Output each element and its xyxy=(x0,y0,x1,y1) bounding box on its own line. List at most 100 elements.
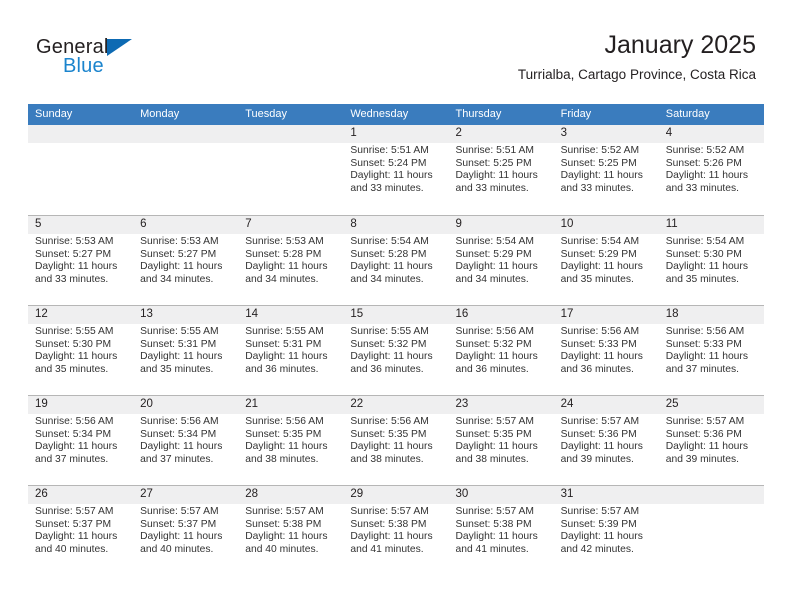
day-number: 1 xyxy=(350,127,357,139)
day-cell[interactable] xyxy=(133,125,238,214)
daylight-text-line1: Daylight: 11 hours xyxy=(560,441,643,453)
day-cell[interactable]: 3 Sunrise: 5:52 AM Sunset: 5:25 PM Dayli… xyxy=(554,125,659,214)
day-cell[interactable]: 1 Sunrise: 5:51 AM Sunset: 5:24 PM Dayli… xyxy=(343,125,448,214)
daylight-text-line1: Daylight: 11 hours xyxy=(665,441,748,453)
day-cell[interactable] xyxy=(238,125,343,214)
daylight-text-line1: Daylight: 11 hours xyxy=(35,351,118,363)
day-cell[interactable]: 5 Sunrise: 5:53 AM Sunset: 5:27 PM Dayli… xyxy=(28,216,133,305)
daylight-text-line2: and 36 minutes. xyxy=(245,363,319,375)
sunrise-text: Sunrise: 5:57 AM xyxy=(560,416,640,427)
day-cell[interactable]: 9 Sunrise: 5:54 AM Sunset: 5:29 PM Dayli… xyxy=(449,216,554,305)
daylight-text-line2: and 41 minutes. xyxy=(350,543,424,555)
sunrise-text: Sunrise: 5:57 AM xyxy=(560,506,640,517)
day-cell[interactable]: 25 Sunrise: 5:57 AM Sunset: 5:36 PM Dayl… xyxy=(659,396,764,485)
daylight-text-line1: Daylight: 11 hours xyxy=(455,351,538,363)
day-cell[interactable]: 21 Sunrise: 5:56 AM Sunset: 5:35 PM Dayl… xyxy=(238,396,343,485)
daylight-text-line1: Daylight: 11 hours xyxy=(455,261,538,273)
day-cell[interactable]: 16 Sunrise: 5:56 AM Sunset: 5:32 PM Dayl… xyxy=(449,306,554,395)
day-cell[interactable]: 23 Sunrise: 5:57 AM Sunset: 5:35 PM Dayl… xyxy=(449,396,554,485)
day-cell[interactable] xyxy=(659,486,764,575)
day-number: 21 xyxy=(245,398,259,410)
sunset-text: Sunset: 5:39 PM xyxy=(560,518,637,530)
sunset-text: Sunset: 5:27 PM xyxy=(35,248,112,260)
daylight-text-line2: and 34 minutes. xyxy=(245,273,319,285)
day-cell[interactable]: 13 Sunrise: 5:55 AM Sunset: 5:31 PM Dayl… xyxy=(133,306,238,395)
day-number: 17 xyxy=(560,308,574,320)
daylight-text-line1: Daylight: 11 hours xyxy=(560,261,643,273)
week-row: 19 Sunrise: 5:56 AM Sunset: 5:34 PM Dayl… xyxy=(28,395,764,485)
day-cell[interactable]: 15 Sunrise: 5:55 AM Sunset: 5:32 PM Dayl… xyxy=(343,306,448,395)
sunset-text: Sunset: 5:38 PM xyxy=(245,518,322,530)
day-cell[interactable]: 17 Sunrise: 5:56 AM Sunset: 5:33 PM Dayl… xyxy=(554,306,659,395)
sunset-text: Sunset: 5:34 PM xyxy=(35,428,112,440)
day-cell[interactable]: 8 Sunrise: 5:54 AM Sunset: 5:28 PM Dayli… xyxy=(343,216,448,305)
daylight-text-line1: Daylight: 11 hours xyxy=(140,261,223,273)
day-number: 8 xyxy=(350,218,357,230)
day-cell[interactable]: 22 Sunrise: 5:56 AM Sunset: 5:35 PM Dayl… xyxy=(343,396,448,485)
day-number: 4 xyxy=(665,127,673,139)
daylight-text-line2: and 36 minutes. xyxy=(455,363,529,375)
day-number: 10 xyxy=(560,218,574,230)
day-number: 7 xyxy=(245,218,252,230)
daylight-text-line2: and 37 minutes. xyxy=(35,453,109,465)
day-number: 11 xyxy=(665,218,678,230)
day-cell[interactable]: 6 Sunrise: 5:53 AM Sunset: 5:27 PM Dayli… xyxy=(133,216,238,305)
day-cell[interactable]: 10 Sunrise: 5:54 AM Sunset: 5:29 PM Dayl… xyxy=(554,216,659,305)
week-row: 5 Sunrise: 5:53 AM Sunset: 5:27 PM Dayli… xyxy=(28,215,764,305)
daylight-text-line1: Daylight: 11 hours xyxy=(665,351,748,363)
day-cell[interactable] xyxy=(28,125,133,214)
daylight-text-line1: Daylight: 11 hours xyxy=(140,351,223,363)
day-cell[interactable]: 20 Sunrise: 5:56 AM Sunset: 5:34 PM Dayl… xyxy=(133,396,238,485)
daylight-text-line2: and 40 minutes. xyxy=(245,543,319,555)
day-number: 27 xyxy=(140,488,153,500)
day-cell[interactable]: 19 Sunrise: 5:56 AM Sunset: 5:34 PM Dayl… xyxy=(28,396,133,485)
sunrise-text: Sunrise: 5:54 AM xyxy=(560,236,640,247)
sunrise-text: Sunrise: 5:54 AM xyxy=(350,236,429,247)
daylight-text-line1: Daylight: 11 hours xyxy=(560,170,643,182)
day-number: 20 xyxy=(140,398,153,410)
daylight-text-line1: Daylight: 11 hours xyxy=(455,170,538,182)
sunset-text: Sunset: 5:29 PM xyxy=(455,248,532,260)
day-number: 16 xyxy=(455,308,469,320)
sunrise-text: Sunrise: 5:56 AM xyxy=(140,416,219,427)
daylight-text-line1: Daylight: 11 hours xyxy=(455,531,538,543)
day-cell[interactable]: 28 Sunrise: 5:57 AM Sunset: 5:38 PM Dayl… xyxy=(238,486,343,575)
day-cell[interactable]: 26 Sunrise: 5:57 AM Sunset: 5:37 PM Dayl… xyxy=(28,486,133,575)
daylight-text-line2: and 40 minutes. xyxy=(140,543,214,555)
daylight-text-line1: Daylight: 11 hours xyxy=(350,441,433,453)
day-number: 9 xyxy=(455,218,462,230)
sunset-text: Sunset: 5:30 PM xyxy=(35,338,112,350)
sunrise-text: Sunrise: 5:54 AM xyxy=(665,236,745,247)
day-cell[interactable]: 2 Sunrise: 5:51 AM Sunset: 5:25 PM Dayli… xyxy=(449,125,554,214)
day-cell[interactable]: 18 Sunrise: 5:56 AM Sunset: 5:33 PM Dayl… xyxy=(659,306,764,395)
day-cell[interactable]: 4 Sunrise: 5:52 AM Sunset: 5:26 PM Dayli… xyxy=(659,125,764,214)
daylight-text-line1: Daylight: 11 hours xyxy=(560,351,643,363)
day-cell[interactable]: 24 Sunrise: 5:57 AM Sunset: 5:36 PM Dayl… xyxy=(554,396,659,485)
page-title: January 2025 xyxy=(604,31,756,59)
daylight-text-line2: and 35 minutes. xyxy=(560,273,634,285)
day-cell[interactable]: 30 Sunrise: 5:57 AM Sunset: 5:38 PM Dayl… xyxy=(449,486,554,575)
day-cell[interactable]: 29 Sunrise: 5:57 AM Sunset: 5:38 PM Dayl… xyxy=(343,486,448,575)
day-cell[interactable]: 7 Sunrise: 5:53 AM Sunset: 5:28 PM Dayli… xyxy=(238,216,343,305)
day-cell[interactable]: 14 Sunrise: 5:55 AM Sunset: 5:31 PM Dayl… xyxy=(238,306,343,395)
sunset-text: Sunset: 5:24 PM xyxy=(350,157,427,169)
weekday-header-friday: Friday xyxy=(560,108,592,120)
day-cell[interactable]: 11 Sunrise: 5:54 AM Sunset: 5:30 PM Dayl… xyxy=(659,216,764,305)
daylight-text-line1: Daylight: 11 hours xyxy=(140,441,223,453)
weekday-header-monday: Monday xyxy=(140,108,180,120)
sunrise-text: Sunrise: 5:54 AM xyxy=(455,236,534,247)
day-cell[interactable]: 27 Sunrise: 5:57 AM Sunset: 5:37 PM Dayl… xyxy=(133,486,238,575)
sunrise-text: Sunrise: 5:56 AM xyxy=(35,416,114,427)
daylight-text-line2: and 39 minutes. xyxy=(665,453,740,465)
day-number: 13 xyxy=(140,308,153,320)
day-cell[interactable]: 31 Sunrise: 5:57 AM Sunset: 5:39 PM Dayl… xyxy=(554,486,659,575)
daylight-text-line2: and 33 minutes. xyxy=(35,273,109,285)
sunrise-text: Sunrise: 5:51 AM xyxy=(455,145,534,156)
daylight-text-line1: Daylight: 11 hours xyxy=(140,531,223,543)
day-cell[interactable]: 12 Sunrise: 5:55 AM Sunset: 5:30 PM Dayl… xyxy=(28,306,133,395)
daylight-text-line1: Daylight: 11 hours xyxy=(35,261,118,273)
daylight-text-line1: Daylight: 11 hours xyxy=(560,531,643,543)
daylight-text-line2: and 34 minutes. xyxy=(350,273,424,285)
day-number: 23 xyxy=(455,398,469,410)
sunrise-text: Sunrise: 5:57 AM xyxy=(350,506,429,517)
